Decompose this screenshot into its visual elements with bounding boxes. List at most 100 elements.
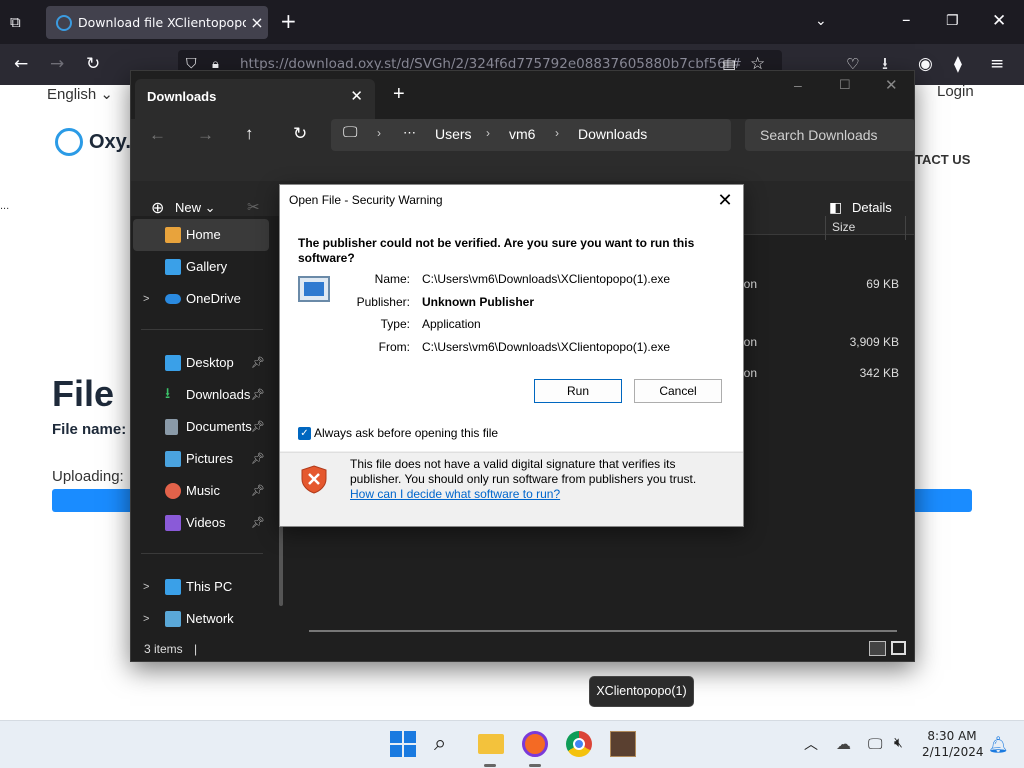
breadcrumb-users[interactable]: Users xyxy=(435,126,472,142)
status-bar: 3 items | xyxy=(131,637,914,661)
cut-icon[interactable]: ✂ xyxy=(247,198,260,216)
close-window-icon[interactable]: ✕ xyxy=(885,76,898,94)
always-ask-checkbox[interactable]: ✓ xyxy=(298,427,311,440)
xclientopopo-app-icon[interactable] xyxy=(610,731,636,757)
chevron-right-icon[interactable]: > xyxy=(143,571,149,603)
maximize-window-icon[interactable]: ☐ xyxy=(839,77,851,93)
download-arrow-icon: ⭳ xyxy=(165,385,171,402)
horizontal-scrollbar[interactable] xyxy=(309,630,897,632)
document-icon xyxy=(165,419,178,435)
close-icon[interactable]: ✕ xyxy=(713,188,737,212)
address-bar[interactable]: 🖵 › ⋯ Users › vm6 › Downloads xyxy=(331,119,731,151)
new-tab-icon[interactable]: + xyxy=(393,83,405,106)
nav-item-pictures[interactable]: Pictures 📌︎ xyxy=(133,443,269,475)
explorer-tab-title: Downloads xyxy=(147,89,217,104)
onedrive-icon[interactable]: ☁ xyxy=(836,735,851,753)
cancel-button[interactable]: Cancel xyxy=(634,379,722,403)
close-tab-icon[interactable]: × xyxy=(246,13,268,32)
forward-arrow-icon[interactable]: → xyxy=(50,54,64,74)
new-button[interactable]: New ⌄ xyxy=(175,200,216,216)
chevron-up-icon[interactable]: ︿ xyxy=(804,734,818,754)
up-arrow-icon[interactable]: ↑ xyxy=(245,124,254,144)
status-separator: | xyxy=(194,642,198,656)
tiles-view-icon[interactable] xyxy=(891,641,906,655)
nav-item-documents[interactable]: Documents 📌︎ xyxy=(133,411,269,443)
search-input[interactable]: Search Downloads xyxy=(745,119,915,151)
search-icon[interactable]: ⌕ xyxy=(434,731,460,757)
minimize-window-icon[interactable]: – xyxy=(902,10,911,30)
nav-item-network[interactable]: > Network xyxy=(133,603,269,635)
explorer-tab-bar: Downloads ✕ + – ☐ ✕ xyxy=(131,71,914,119)
nav-item-home[interactable]: Home xyxy=(133,219,269,251)
reload-icon[interactable]: ↻ xyxy=(86,54,100,74)
home-icon xyxy=(165,227,181,243)
run-button[interactable]: Run xyxy=(534,379,622,403)
file-row[interactable]: ation 3,909 KB xyxy=(731,335,901,353)
file-name-label: File name: xyxy=(52,421,127,438)
minimize-window-icon[interactable]: – xyxy=(794,77,802,93)
clock-date[interactable]: 2/11/2024 xyxy=(922,745,984,759)
network-status-icon[interactable]: 🖵 xyxy=(868,735,882,753)
explorer-address-row: ← → ↑ ↻ 🖵 › ⋯ Users › vm6 › Downloads Se… xyxy=(131,119,915,181)
new-tab-icon[interactable]: + xyxy=(280,11,297,31)
pin-icon: 📌︎ xyxy=(251,485,265,497)
browser-tab-active[interactable]: Download file XClientopopo.exe × xyxy=(46,6,268,39)
tab-list-icon[interactable]: ⧉ xyxy=(10,12,21,32)
menu-icon[interactable]: ≡ xyxy=(990,54,1004,74)
nav-item-desktop[interactable]: Desktop 📌︎ xyxy=(133,347,269,379)
nav-item-this-pc[interactable]: > This PC xyxy=(133,571,269,603)
chevron-down-icon[interactable]: ⌄ xyxy=(815,11,827,31)
nav-item-gallery[interactable]: Gallery xyxy=(133,251,269,283)
contact-link[interactable]: TACT US xyxy=(915,152,970,167)
nav-item-music[interactable]: Music 📌︎ xyxy=(133,475,269,507)
always-ask-label[interactable]: Always ask before opening this file xyxy=(314,426,498,440)
nav-item-videos[interactable]: Videos 📌︎ xyxy=(133,507,269,539)
close-tab-icon[interactable]: ✕ xyxy=(350,79,363,115)
close-window-icon[interactable]: ✕ xyxy=(992,11,1006,31)
notification-bell-icon[interactable]: 🔔︎ xyxy=(988,735,1008,754)
chevron-right-icon[interactable]: > xyxy=(143,603,149,635)
breadcrumb-downloads[interactable]: Downloads xyxy=(578,126,647,142)
details-pane-icon[interactable]: ◧ xyxy=(829,199,842,216)
file-size: 69 KB xyxy=(866,277,899,291)
login-link[interactable]: Login xyxy=(937,83,974,100)
clock-time[interactable]: 8:30 AM xyxy=(922,729,982,743)
details-button[interactable]: Details xyxy=(852,200,892,215)
nav-item-onedrive[interactable]: > OneDrive xyxy=(133,283,269,315)
chrome-icon[interactable] xyxy=(566,731,592,757)
nav-label: OneDrive xyxy=(186,291,241,306)
start-icon[interactable] xyxy=(390,731,416,757)
more-icon[interactable]: ⋯ xyxy=(403,125,416,141)
chevron-right-icon: › xyxy=(377,126,381,140)
nav-label: Gallery xyxy=(186,259,228,274)
chevron-right-icon: › xyxy=(555,126,559,140)
firefox-icon[interactable] xyxy=(522,731,548,757)
add-icon[interactable]: ⊕ xyxy=(151,198,164,218)
file-row[interactable]: ation 342 KB xyxy=(731,366,901,384)
refresh-icon[interactable]: ↻ xyxy=(293,124,307,144)
nav-label: Desktop xyxy=(186,355,234,370)
forward-arrow-icon[interactable]: → xyxy=(197,125,214,145)
language-selector[interactable]: English ⌄ xyxy=(47,85,113,103)
back-arrow-icon[interactable]: ← xyxy=(149,125,166,145)
account-icon[interactable]: ◉ xyxy=(918,54,933,74)
nav-item-downloads[interactable]: ⭳ Downloads 📌︎ xyxy=(133,379,269,411)
volume-muted-icon[interactable]: 🔇︎ xyxy=(894,735,903,751)
extensions-icon[interactable]: ⧫ xyxy=(954,54,962,74)
explorer-tab-downloads[interactable]: Downloads ✕ xyxy=(135,79,375,119)
pin-icon: 📌︎ xyxy=(251,357,265,369)
size-column-header[interactable]: Size xyxy=(832,220,855,234)
file-row[interactable]: ation 69 KB xyxy=(731,277,901,295)
restore-window-icon[interactable]: ❐ xyxy=(946,11,959,31)
nav-label: Pictures xyxy=(186,451,233,466)
help-link[interactable]: How can I decide what software to run? xyxy=(350,487,560,501)
file-explorer-taskbar-icon[interactable] xyxy=(478,734,504,754)
chevron-right-icon[interactable]: > xyxy=(143,283,149,315)
breadcrumb-vm6[interactable]: vm6 xyxy=(509,126,535,142)
column-divider xyxy=(905,216,906,240)
details-view-icon[interactable] xyxy=(869,641,886,656)
dialog-footer: This file does not have a valid digital … xyxy=(280,452,743,526)
shield-warning-icon xyxy=(301,465,327,494)
start-tile xyxy=(404,745,416,757)
back-arrow-icon[interactable]: ← xyxy=(14,54,28,74)
